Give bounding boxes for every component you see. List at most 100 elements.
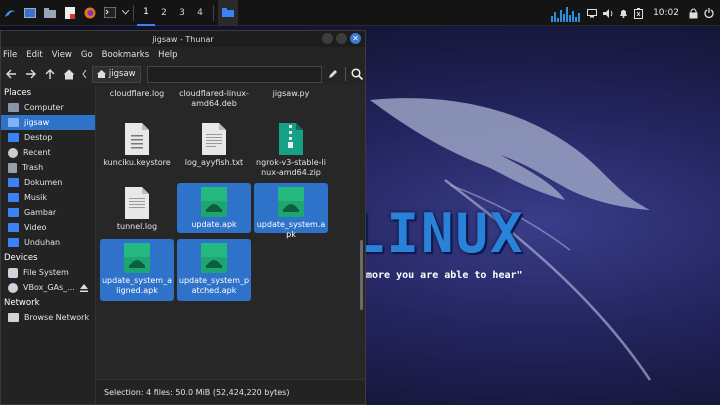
monitor-icon[interactable]	[587, 8, 598, 18]
volume-icon[interactable]	[603, 8, 613, 18]
sidebar-item-label: Browse Network	[24, 313, 90, 322]
file-item-update-apk[interactable]: update.apk	[177, 183, 251, 233]
terminal-icon	[104, 7, 116, 18]
file-manager-launcher[interactable]	[40, 0, 60, 26]
sidebar-item-browse-network[interactable]: Browse Network	[1, 310, 95, 325]
workspace-1[interactable]: 1	[137, 0, 155, 26]
taskbar-thunar-button[interactable]	[218, 0, 238, 26]
file-label: update_system.apk	[256, 220, 326, 239]
clock-icon	[8, 147, 18, 158]
file-view[interactable]: cloudflare.log cloudflared-linux-amd64.d…	[96, 85, 365, 404]
lock-screen-icon[interactable]	[689, 8, 698, 19]
workspace-4[interactable]: 4	[191, 0, 209, 26]
network-activity-graph	[551, 7, 581, 22]
menu-bar: File Edit View Go Bookmarks Help	[1, 47, 365, 63]
file-item-jigsaw-py[interactable]: jigsaw.py	[254, 89, 328, 101]
sidebar-item-recent[interactable]: Recent	[1, 145, 95, 160]
file-item-update-system-patched-apk[interactable]: update_system_patched.apk	[177, 239, 251, 301]
terminal-launcher[interactable]	[100, 0, 120, 26]
sidebar-item-trash[interactable]: Trash	[1, 160, 95, 175]
sidebar-item-label: Destop	[24, 133, 53, 142]
window-title: jigsaw - Thunar	[152, 34, 214, 44]
sidebar-item-unduhan[interactable]: Unduhan	[1, 235, 95, 250]
kali-dragon-icon	[5, 9, 15, 17]
firefox-launcher[interactable]	[80, 0, 100, 26]
optical-disc-icon	[8, 282, 18, 293]
sidebar-item-computer[interactable]: Computer	[1, 100, 95, 115]
sidebar-item-gambar[interactable]: Gambar	[1, 205, 95, 220]
menu-edit[interactable]: Edit	[26, 50, 42, 60]
text-editor-launcher[interactable]	[60, 0, 80, 26]
kali-menu-button[interactable]	[0, 0, 20, 26]
file-label: update_system_patched.apk	[178, 276, 250, 295]
menu-go[interactable]: Go	[81, 50, 93, 60]
sidebar-item-jigsaw[interactable]: jigsaw	[1, 115, 95, 130]
sidebar-item-label: Recent	[23, 148, 51, 157]
firefox-icon	[84, 7, 96, 18]
sidebar-item-label: Computer	[24, 103, 64, 112]
file-item-ngrok-zip[interactable]: ngrok-v3-stable-linux-amd64.zip	[254, 119, 328, 180]
arrow-up-icon	[45, 68, 55, 79]
sidebar-item-label: VBox_GAs_...	[23, 283, 75, 292]
show-desktop-button[interactable]	[20, 0, 40, 26]
android-package-icon	[124, 243, 150, 273]
file-label: log_ayyfish.txt	[184, 158, 244, 167]
forward-button[interactable]	[23, 65, 38, 83]
breadcrumb-jigsaw[interactable]: jigsaw	[91, 65, 141, 83]
home-icon	[96, 70, 106, 78]
sidebar-item-destop[interactable]: Destop	[1, 130, 95, 145]
window-titlebar[interactable]: jigsaw - Thunar ✕	[1, 31, 365, 47]
sidebar-item-dokumen[interactable]: Dokumen	[1, 175, 95, 190]
close-icon: ✕	[352, 34, 359, 43]
downloads-folder-icon	[8, 238, 19, 247]
sidebar: Places Computer jigsaw Destop Recent Tra…	[1, 85, 96, 404]
file-item-kunciku-keystore[interactable]: kunciku.keystore	[100, 119, 174, 170]
search-icon	[351, 68, 364, 80]
breadcrumb-scroll-left[interactable]	[80, 65, 88, 83]
file-item-update-system-apk[interactable]: update_system.apk	[254, 183, 328, 239]
clock[interactable]: 10:02	[653, 8, 679, 18]
maximize-button[interactable]	[336, 33, 347, 44]
trash-icon	[8, 162, 17, 173]
power-icon[interactable]	[704, 8, 714, 18]
sidebar-item-musik[interactable]: Musik	[1, 190, 95, 205]
workspace-2[interactable]: 2	[155, 0, 173, 26]
sidebar-item-vbox-gas[interactable]: VBox_GAs_...	[1, 280, 95, 295]
file-item-log-ayyfish[interactable]: log_ayyfish.txt	[177, 119, 251, 170]
sidebar-item-file-system[interactable]: File System	[1, 265, 95, 280]
launcher-dropdown[interactable]	[120, 0, 130, 26]
toolbar: jigsaw	[1, 63, 365, 85]
arrow-left-icon	[6, 69, 17, 79]
edit-location-button[interactable]	[326, 66, 341, 82]
menu-bookmarks[interactable]: Bookmarks	[102, 50, 150, 60]
search-button[interactable]	[350, 65, 365, 83]
vertical-scrollbar[interactable]	[360, 240, 363, 310]
close-button[interactable]: ✕	[350, 33, 361, 44]
file-item-cloudflared-deb[interactable]: cloudflared-linux-amd64.deb	[177, 89, 251, 111]
sidebar-section-places: Places	[4, 88, 32, 98]
path-entry[interactable]	[146, 65, 322, 83]
selection-status: Selection: 4 files: 50.0 MiB (52,424,220…	[104, 387, 290, 397]
minimize-button[interactable]	[322, 33, 333, 44]
file-item-update-system-aligned-apk[interactable]: update_system_aligned.apk	[100, 239, 174, 301]
parent-folder-button[interactable]	[42, 65, 57, 83]
toolbar-separator	[345, 67, 346, 81]
zip-archive-icon	[279, 123, 303, 155]
file-label: kunciku.keystore	[103, 158, 171, 167]
back-button[interactable]	[4, 65, 19, 83]
eject-icon[interactable]	[79, 283, 88, 292]
file-label: tunnel.log	[116, 222, 158, 231]
file-item-tunnel-log[interactable]: tunnel.log	[100, 183, 174, 234]
home-button[interactable]	[61, 65, 76, 83]
android-package-icon	[201, 243, 227, 273]
workspace-3[interactable]: 3	[173, 0, 191, 26]
system-tray: 10:02	[551, 0, 720, 26]
menu-file[interactable]: File	[3, 50, 17, 60]
battery-icon[interactable]	[634, 7, 644, 19]
menu-view[interactable]: View	[52, 50, 72, 60]
document-icon	[65, 6, 75, 19]
menu-help[interactable]: Help	[158, 50, 177, 60]
file-item-cloudflare-log[interactable]: cloudflare.log	[100, 89, 174, 101]
sidebar-item-video[interactable]: Video	[1, 220, 95, 235]
notification-bell-icon[interactable]	[619, 8, 628, 18]
